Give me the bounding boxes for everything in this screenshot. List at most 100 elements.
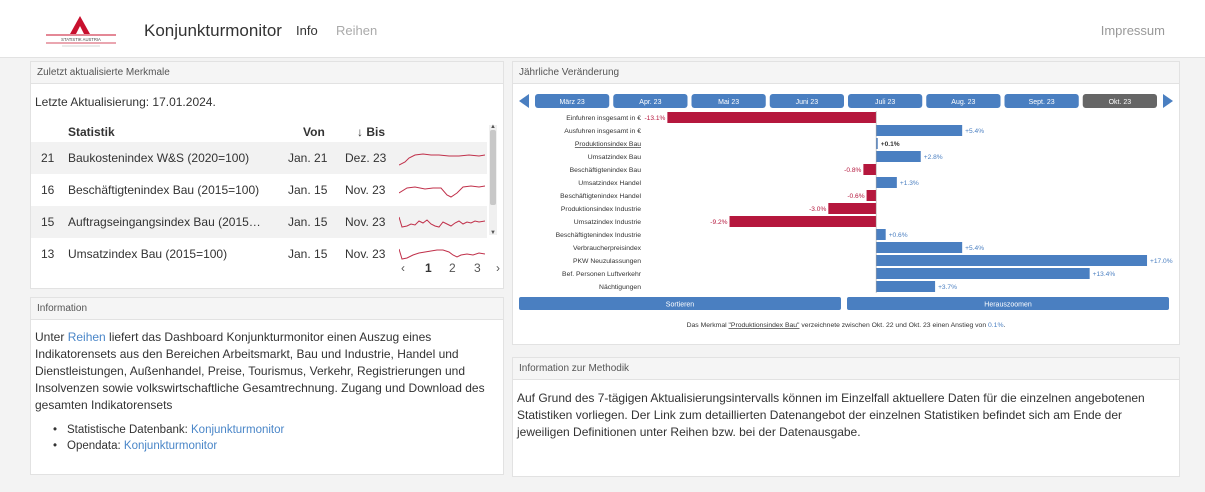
- link-list: Statistische Datenbank: Konjunkturmonito…: [53, 422, 284, 454]
- nav-link-reihen[interactable]: Reihen: [336, 23, 377, 38]
- row-bis: Nov. 23: [345, 215, 386, 229]
- category-label[interactable]: Ausfuhren insgesamt in €: [564, 128, 641, 135]
- category-label[interactable]: Beschäftigtenindex Industrie: [556, 232, 642, 239]
- bar[interactable]: [876, 281, 936, 292]
- category-label[interactable]: Nächtigungen: [599, 284, 641, 291]
- bar[interactable]: [876, 242, 963, 253]
- footer-text-part: verzeichnete zwischen Okt. 22 und Okt. 2…: [799, 322, 988, 329]
- pager-page-1[interactable]: 1: [425, 261, 432, 275]
- method-panel-title: Information zur Methodik: [513, 358, 1179, 380]
- month-next-icon[interactable]: [1163, 94, 1173, 108]
- scroll-down-icon[interactable]: ▼: [489, 230, 497, 236]
- table-row[interactable]: 13 Umsatzindex Bau (2015=100) Jan. 15 No…: [31, 238, 487, 270]
- row-number: 13: [41, 247, 55, 261]
- row-von: Jan. 15: [288, 183, 328, 197]
- column-header-von[interactable]: Von: [303, 125, 325, 139]
- bar[interactable]: [876, 125, 963, 136]
- month-label[interactable]: Aug. 23: [951, 99, 975, 106]
- month-prev-icon[interactable]: [519, 94, 529, 108]
- recent-panel-title: Zuletzt aktualisierte Merkmale: [31, 62, 503, 84]
- row-statistik: Baukostenindex W&S (2020=100): [68, 151, 250, 165]
- month-label[interactable]: Juni 23: [796, 99, 819, 106]
- value-label: +5.4%: [965, 245, 984, 252]
- value-label: +17.0%: [1150, 258, 1173, 265]
- info-text-part: Unter: [35, 330, 68, 344]
- value-label: +1.3%: [900, 180, 919, 187]
- method-text: Auf Grund des 7-tägigen Aktualisierungsi…: [517, 391, 1145, 439]
- category-label[interactable]: Umsatzindex Handel: [578, 180, 641, 187]
- month-label[interactable]: Sept. 23: [1029, 99, 1055, 106]
- row-statistik: Auftragseingangsindex Bau (2015…: [68, 215, 261, 229]
- category-label[interactable]: Umsatzindex Industrie: [574, 219, 641, 226]
- information-panel-title: Information: [31, 298, 503, 320]
- month-label[interactable]: Apr. 23: [639, 99, 661, 106]
- logo-text: STATISTIK AUSTRIA: [61, 37, 101, 42]
- bar[interactable]: [729, 216, 877, 227]
- pager-next-icon[interactable]: ›: [496, 261, 500, 275]
- pager-prev-icon[interactable]: ‹: [401, 261, 405, 275]
- value-label: +0.6%: [889, 232, 908, 239]
- zoom-out-button-label[interactable]: Herauszoomen: [984, 302, 1032, 309]
- sparkline: [399, 185, 485, 198]
- category-label[interactable]: Umsatzindex Bau: [588, 154, 641, 161]
- nav-link-impressum[interactable]: Impressum: [1101, 23, 1165, 38]
- reihen-link[interactable]: Reihen: [68, 330, 106, 344]
- navbar: STATISTIK AUSTRIA Konjunkturmonitor Info…: [0, 0, 1205, 58]
- table-row[interactable]: 21 Baukostenindex W&S (2020=100) Jan. 21…: [31, 142, 487, 174]
- pager-page-2[interactable]: 2: [449, 261, 456, 275]
- table-row[interactable]: 15 Auftragseingangsindex Bau (2015… Jan.…: [31, 206, 487, 238]
- row-von: Jan. 15: [288, 247, 328, 261]
- value-label: +3.7%: [938, 284, 957, 291]
- bar[interactable]: [876, 177, 897, 188]
- value-label: -9.2%: [710, 219, 727, 226]
- category-label[interactable]: Beschäftigtenindex Handel: [560, 193, 641, 200]
- value-label: -13.1%: [644, 115, 665, 122]
- table-row[interactable]: 16 Beschäftigtenindex Bau (2015=100) Jan…: [31, 174, 487, 206]
- category-label[interactable]: Verbraucherpreisindex: [573, 245, 642, 252]
- category-label[interactable]: Beschäftigtenindex Bau: [570, 167, 642, 174]
- column-header-bis[interactable]: ↓ Bis: [357, 125, 385, 139]
- bar[interactable]: [667, 112, 877, 123]
- month-label[interactable]: Mai 23: [718, 99, 739, 106]
- information-text: Unter Reihen liefert das Dashboard Konju…: [35, 329, 499, 414]
- nav-link-info[interactable]: Info: [296, 23, 318, 38]
- bar[interactable]: [828, 203, 877, 214]
- row-number: 16: [41, 183, 55, 197]
- category-label[interactable]: Bef. Personen Luftverkehr: [562, 271, 642, 278]
- category-label[interactable]: Produktionsindex Bau: [575, 141, 641, 148]
- sparkline: [399, 216, 485, 228]
- bar[interactable]: [876, 255, 1148, 266]
- category-label[interactable]: Einfuhren insgesamt in €: [566, 115, 641, 122]
- statistische-datenbank-link[interactable]: Konjunkturmonitor: [191, 424, 284, 436]
- month-label[interactable]: Okt. 23: [1109, 99, 1132, 106]
- row-bis: Nov. 23: [345, 183, 386, 197]
- table-scrollbar[interactable]: ▲ ▼: [489, 124, 497, 236]
- value-label: +2.8%: [924, 154, 943, 161]
- bar[interactable]: [863, 164, 877, 175]
- row-statistik: Umsatzindex Bau (2015=100): [68, 247, 228, 261]
- column-header-statistik[interactable]: Statistik: [68, 125, 115, 139]
- bullet-label: Opendata:: [67, 440, 124, 452]
- scroll-thumb[interactable]: [490, 130, 496, 205]
- sparkline: [399, 248, 485, 260]
- brand-title[interactable]: Konjunkturmonitor: [144, 21, 282, 41]
- bar[interactable]: [876, 268, 1090, 279]
- value-label: -0.6%: [847, 193, 864, 200]
- month-label[interactable]: März 23: [559, 99, 584, 106]
- opendata-link[interactable]: Konjunkturmonitor: [124, 440, 217, 452]
- statistik-austria-logo[interactable]: STATISTIK AUSTRIA: [40, 8, 122, 50]
- category-label[interactable]: Produktionsindex Industrie: [561, 206, 641, 213]
- month-label[interactable]: Juli 23: [875, 99, 895, 106]
- value-label: +5.4%: [965, 128, 984, 135]
- bar[interactable]: [876, 151, 921, 162]
- footer-merkmal-link[interactable]: "Produktionsindex Bau": [729, 322, 801, 329]
- bar[interactable]: [876, 229, 886, 240]
- category-label[interactable]: PKW Neuzulassungen: [573, 258, 641, 265]
- pager-page-3[interactable]: 3: [474, 261, 481, 275]
- row-bis: Dez. 23: [345, 151, 387, 165]
- value-label: +13.4%: [1093, 271, 1116, 278]
- sort-button-label[interactable]: Sortieren: [666, 302, 695, 309]
- row-bis: Nov. 23: [345, 247, 386, 261]
- bar[interactable]: [866, 190, 877, 201]
- sparkline: [399, 153, 485, 166]
